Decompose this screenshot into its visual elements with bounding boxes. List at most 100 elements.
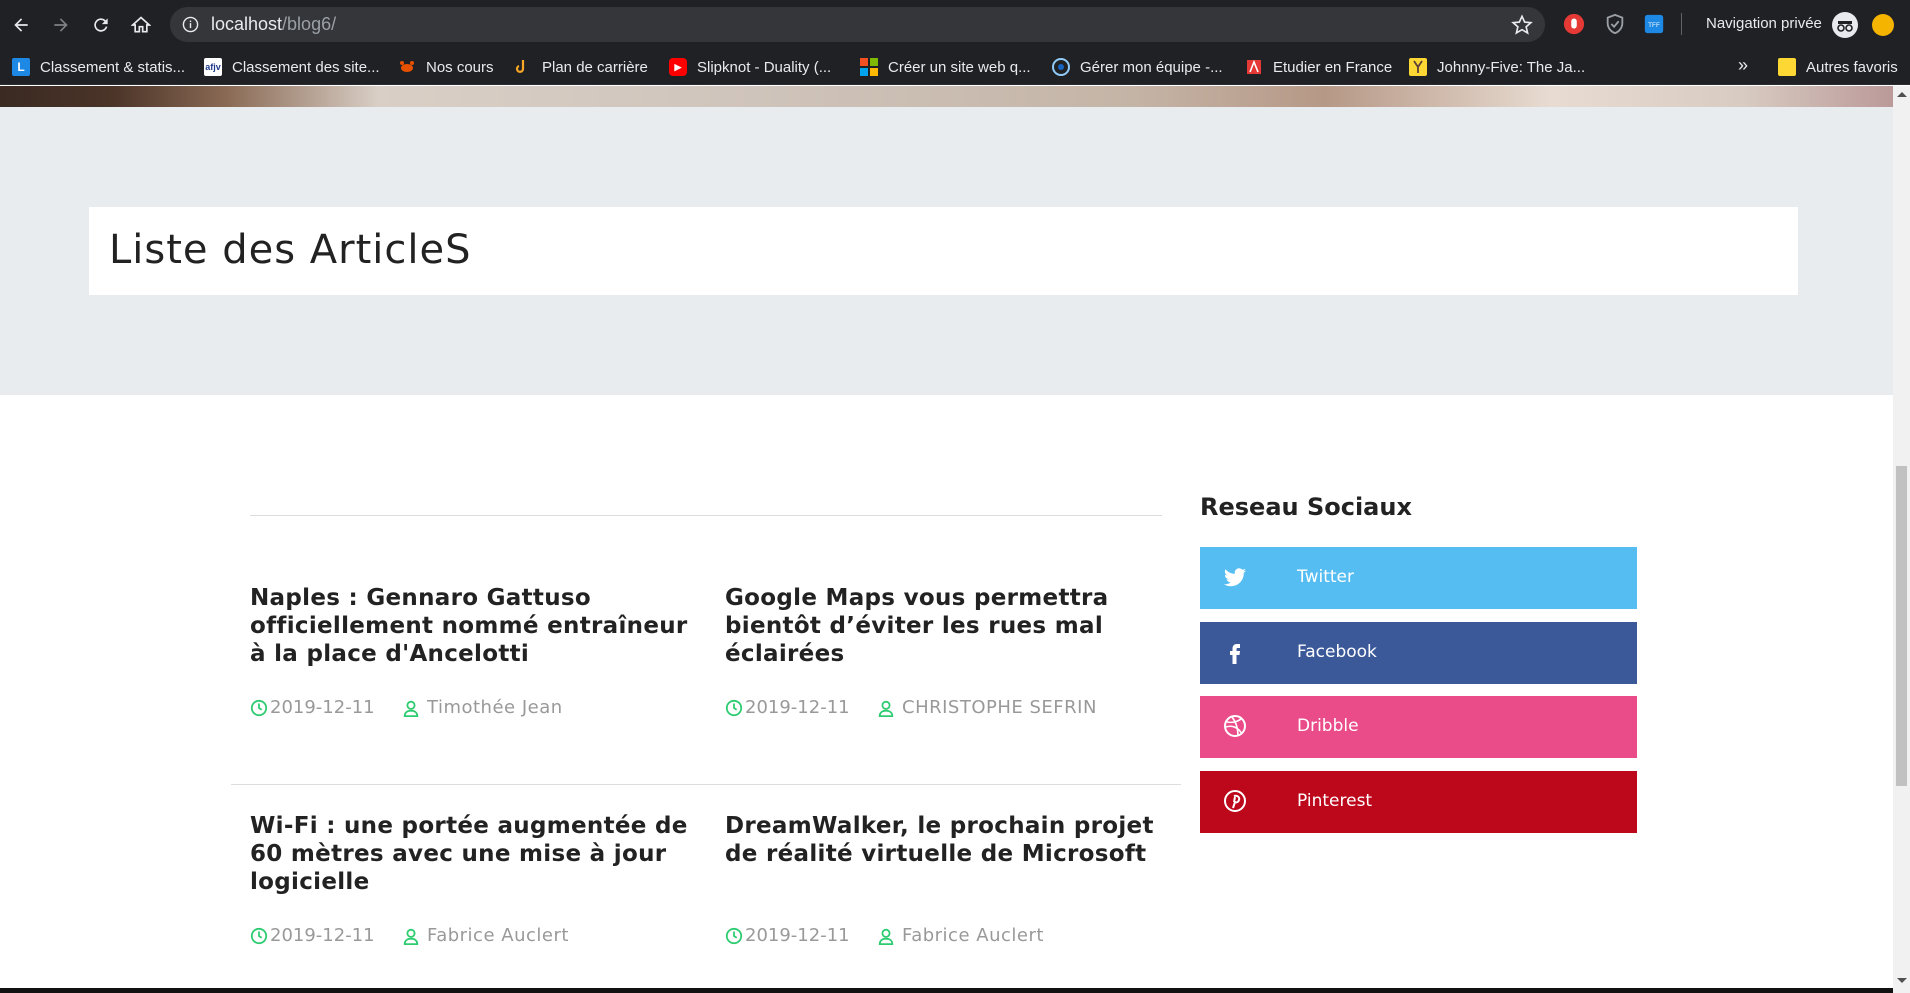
bookmark-item[interactable]: afjv Classement des site... [204,49,380,85]
bookmark-label: Nos cours [426,58,494,76]
info-icon[interactable] [182,16,199,33]
other-bookmarks-label: Autres favoris [1806,58,1898,76]
author-name: Fabrice Auclert [427,925,569,946]
address-bar[interactable]: localhost/blog6/ [170,7,1545,42]
reload-icon [94,18,108,32]
scroll-down-arrow-icon[interactable] [1897,978,1907,983]
bookmark-item[interactable]: Johnny-Five: The Ja... [1409,49,1585,85]
article-title[interactable]: Google Maps vous permettra bientôt d’évi… [725,584,1165,668]
article-date: 2019-12-11 [270,697,375,718]
divider [250,515,1162,516]
reload-button[interactable] [88,12,114,38]
crab-icon [398,58,416,76]
article-date: 2019-12-11 [270,925,375,946]
facebook-button[interactable]: Facebook [1200,622,1637,684]
private-browsing-label: Navigation privée [1706,15,1822,32]
bookmark-label: Classement des site... [232,58,380,76]
pinterest-button[interactable]: Pinterest [1200,771,1637,833]
social-label: Facebook [1297,642,1377,662]
hook-icon [514,58,532,76]
article-card: DreamWalker, le prochain projet de réali… [725,812,1165,946]
clock-icon [250,699,268,716]
bookmark-item[interactable]: Créer un site web q... [860,49,1031,85]
incognito-icon[interactable] [1832,12,1858,38]
article-meta: 2019-12-11 Fabrice Auclert [250,925,568,946]
bookmark-label: Plan de carrière [542,58,648,76]
pinterest-icon [1222,788,1248,814]
clock-icon [725,699,743,716]
facebook-icon [1222,639,1248,665]
article-date: 2019-12-11 [745,925,850,946]
hero-image-strip [0,86,1893,107]
article-title[interactable]: Wi-Fi : une portée augmentée de 60 mètre… [250,812,690,896]
flag-icon [1245,58,1263,76]
article-title[interactable]: Naples : Gennaro Gattuso officiellement … [250,584,690,668]
article-meta: 2019-12-11 Fabrice Auclert [725,925,1043,946]
article-author[interactable]: CHRISTOPHE SEFRIN [877,697,1097,718]
article-meta: 2019-12-11 CHRISTOPHE SEFRIN [725,697,1096,718]
scrollbar-thumb[interactable] [1896,466,1907,786]
article-author[interactable]: Timothée Jean [402,697,563,718]
bookmarks-bar: L Classement & statis... afjv Classement… [0,49,1910,85]
bookmark-label: Slipknot - Duality (... [697,58,832,76]
author-name: Fabrice Auclert [902,925,1044,946]
team-icon [1052,58,1070,76]
bookmark-item[interactable]: Plan de carrière [514,49,648,85]
bookmark-item[interactable]: Etudier en France [1245,49,1392,85]
sidebar-title: Reseau Sociaux [1200,493,1412,521]
tff-extension-icon[interactable]: TFF [1642,12,1666,36]
clock-icon [725,927,743,944]
article-card: Wi-Fi : une portée augmentée de 60 mètre… [250,812,690,946]
clock-icon [250,927,268,944]
bookmark-label: Johnny-Five: The Ja... [1437,58,1586,76]
bookmark-item[interactable]: Nos cours [398,49,494,85]
article-author[interactable]: Fabrice Auclert [402,925,569,946]
johnny-five-icon [1409,58,1427,76]
folder-icon [1778,58,1796,76]
scroll-up-arrow-icon[interactable] [1897,92,1907,97]
bookmark-item[interactable]: ▶ Slipknot - Duality (... [669,49,831,85]
author-name: Timothée Jean [427,697,563,718]
bookmark-label: Classement & statis... [40,58,186,76]
bookmarks-overflow-button[interactable]: » [1738,55,1748,76]
bookmark-item[interactable]: Gérer mon équipe -... [1052,49,1223,85]
page-scrollbar[interactable] [1893,86,1910,993]
user-icon [403,700,419,717]
twitter-button[interactable]: Twitter [1200,547,1637,609]
back-button[interactable] [8,12,34,38]
social-label: Twitter [1297,567,1354,587]
article-date: 2019-12-11 [745,697,850,718]
article-title[interactable]: DreamWalker, le prochain projet de réali… [725,812,1165,868]
window-bottom-edge [0,988,1893,993]
author-name: CHRISTOPHE SEFRIN [902,697,1097,718]
youtube-icon: ▶ [669,58,687,76]
shield-extension-icon[interactable] [1603,12,1627,36]
browser-toolbar: localhost/blog6/ TFF Navigation privée [0,0,1910,49]
page-title-box: Liste des ArticleS [89,207,1798,295]
user-icon [878,928,894,945]
twitter-icon [1222,564,1248,590]
adblock-extension-icon[interactable] [1562,12,1586,36]
arrow-right-icon [54,18,68,32]
afjv-icon: afjv [204,58,222,76]
letter-l-icon: L [12,58,30,76]
bookmark-star-icon[interactable] [1511,14,1533,36]
profile-avatar-icon[interactable] [1872,14,1894,36]
divider [231,784,1181,785]
article-author[interactable]: Fabrice Auclert [877,925,1044,946]
toolbar-separator [1681,13,1682,35]
arrow-left-icon [14,18,28,32]
dribbble-button[interactable]: Dribble [1200,696,1637,758]
article-meta: 2019-12-11 Timothée Jean [250,697,562,718]
svg-text:TFF: TFF [1648,22,1660,29]
bookmark-item[interactable]: L Classement & statis... [12,49,185,85]
url-path: /blog6/ [282,14,337,34]
article-card: Naples : Gennaro Gattuso officiellement … [250,584,690,718]
other-bookmarks-folder[interactable]: Autres favoris [1778,49,1898,85]
home-button[interactable] [128,12,154,38]
forward-button[interactable] [48,12,74,38]
url-text[interactable]: localhost/blog6/ [211,14,336,35]
url-host: localhost [211,14,283,34]
social-label: Dribble [1297,716,1359,736]
bookmark-label: Créer un site web q... [888,58,1031,76]
